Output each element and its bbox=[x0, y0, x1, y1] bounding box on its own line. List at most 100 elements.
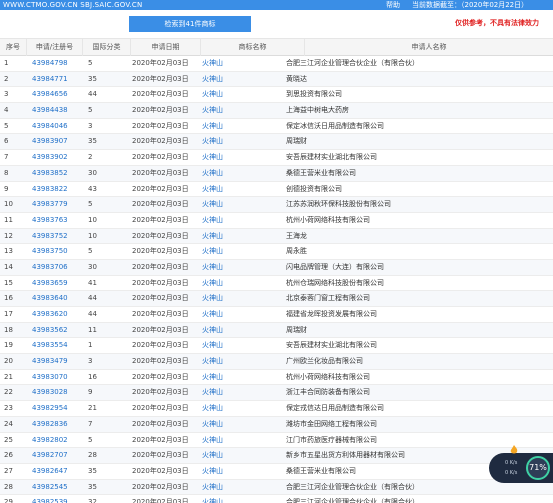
registration-number-link[interactable]: 43983640 bbox=[32, 291, 84, 306]
registration-number-link[interactable]: 43983706 bbox=[32, 260, 84, 275]
row-number: 1 bbox=[4, 59, 9, 67]
applicant-name: 合肥三江河企业管理合伙企业（有限合伙） bbox=[286, 482, 419, 491]
registration-number-link[interactable]: 43983554 bbox=[32, 338, 84, 353]
registration-number-link[interactable]: 43982707 bbox=[32, 448, 84, 463]
table-row: 12 43983752 10 2020年02月03日 火神山 王海龙 bbox=[0, 228, 553, 245]
application-date: 2020年02月03日 bbox=[132, 325, 189, 334]
row-number: 23 bbox=[4, 404, 13, 413]
international-class: 5 bbox=[88, 200, 93, 209]
registration-number-link[interactable]: 43983822 bbox=[32, 182, 84, 197]
trademark-name-link[interactable]: 火神山 bbox=[202, 338, 262, 353]
trademark-name-link[interactable]: 火神山 bbox=[202, 291, 262, 306]
application-date: 2020年02月03日 bbox=[132, 168, 189, 177]
registration-number-link[interactable]: 43984798 bbox=[32, 56, 84, 71]
application-date: 2020年02月03日 bbox=[132, 74, 189, 83]
table-row: 18 43983562 11 2020年02月03日 火神山 周瑞财 bbox=[0, 322, 553, 339]
trademark-name-link[interactable]: 火神山 bbox=[202, 72, 262, 87]
application-date: 2020年02月03日 bbox=[132, 90, 189, 99]
row-number: 14 bbox=[4, 262, 13, 271]
registration-number-link[interactable]: 43982836 bbox=[32, 417, 84, 432]
international-class: 5 bbox=[88, 106, 93, 115]
registration-number-link[interactable]: 43983907 bbox=[32, 134, 84, 149]
applicant-name: 合肥三江河企业管理合伙企业（有限合伙） bbox=[286, 59, 419, 67]
applicant-name: 合肥三江河企业管理合伙企业（有限合伙） bbox=[286, 498, 419, 503]
trademark-name-link[interactable]: 火神山 bbox=[202, 119, 262, 134]
header-mark-name: 商标名称 bbox=[201, 39, 305, 56]
trademark-name-link[interactable]: 火神山 bbox=[202, 448, 262, 463]
application-date: 2020年02月03日 bbox=[132, 466, 189, 475]
registration-number-link[interactable]: 43983659 bbox=[32, 276, 84, 291]
registration-number-link[interactable]: 43983070 bbox=[32, 370, 84, 385]
table-row: 7 43983902 2 2020年02月03日 火神山 安吾辰建材实业湖北有限公司 bbox=[0, 150, 553, 166]
registration-number-link[interactable]: 43984438 bbox=[32, 103, 84, 118]
table-row: 16 43983640 44 2020年02月03日 火神山 北京泰蓉门窗工程有限公司 bbox=[0, 291, 553, 307]
application-date: 2020年02月03日 bbox=[132, 404, 189, 413]
trademark-name-link[interactable]: 火神山 bbox=[202, 417, 262, 432]
trademark-name-link[interactable]: 火神山 bbox=[202, 354, 262, 369]
registration-number-link[interactable]: 43983028 bbox=[32, 385, 84, 400]
trademark-name-link[interactable]: 火神山 bbox=[202, 385, 262, 400]
international-class: 35 bbox=[88, 74, 97, 83]
application-date: 2020年02月03日 bbox=[132, 310, 189, 318]
trademark-name-link[interactable]: 火神山 bbox=[202, 323, 262, 338]
trademark-name-link[interactable]: 火神山 bbox=[202, 401, 262, 416]
international-class: 2 bbox=[88, 153, 93, 162]
trademark-name-link[interactable]: 火神山 bbox=[202, 103, 262, 118]
table-row: 29 43982539 32 2020年02月03日 火神山 合肥三江河企业管理合伙企业（… bbox=[0, 495, 553, 503]
registration-number-link[interactable]: 43984771 bbox=[32, 72, 84, 87]
registration-number-link[interactable]: 43983750 bbox=[32, 244, 84, 259]
applicant-name: 江苏苏润秋环保科技股份有限公司 bbox=[286, 200, 391, 209]
trademark-name-link[interactable]: 火神山 bbox=[202, 182, 262, 197]
applicant-name: 江门市药旅医疗器械有限公司 bbox=[286, 435, 377, 444]
trademark-name-link[interactable]: 火神山 bbox=[202, 213, 262, 228]
application-date: 2020年02月03日 bbox=[132, 341, 189, 350]
registration-number-link[interactable]: 43983902 bbox=[32, 150, 84, 165]
trademark-name-link[interactable]: 火神山 bbox=[202, 464, 262, 479]
network-speed-widget[interactable]: 0 K/s 0 K/s 71% bbox=[489, 445, 553, 483]
applicant-name: 杭州小荷网络科技有限公司 bbox=[286, 215, 370, 224]
trademark-name-link[interactable]: 火神山 bbox=[202, 307, 262, 322]
trademark-name-link[interactable]: 火神山 bbox=[202, 56, 262, 71]
registration-number-link[interactable]: 43983852 bbox=[32, 166, 84, 181]
trademark-name-link[interactable]: 火神山 bbox=[202, 276, 262, 291]
trademark-name-link[interactable]: 火神山 bbox=[202, 244, 262, 259]
international-class: 5 bbox=[88, 435, 93, 444]
row-number: 27 bbox=[4, 466, 13, 475]
registration-number-link[interactable]: 43982802 bbox=[32, 433, 84, 448]
registration-number-link[interactable]: 43984046 bbox=[32, 119, 84, 134]
trademark-name-link[interactable]: 火神山 bbox=[202, 87, 262, 102]
trademark-name-link[interactable]: 火神山 bbox=[202, 260, 262, 275]
header-applicant: 申请人名称 bbox=[411, 43, 447, 51]
trademark-name-link[interactable]: 火神山 bbox=[202, 197, 262, 212]
trademark-name-link[interactable]: 火神山 bbox=[202, 166, 262, 181]
header-date: 申请日期 bbox=[131, 39, 201, 56]
registration-number-link[interactable]: 43982545 bbox=[32, 480, 84, 495]
applicant-name: 广州欧兰化妆品有限公司 bbox=[286, 357, 363, 366]
application-date: 2020年02月03日 bbox=[132, 482, 189, 491]
registration-number-link[interactable]: 43983620 bbox=[32, 307, 84, 322]
table-row: 15 43983659 41 2020年02月03日 火神山 杭州仓瑞网络科技股份有限公司 bbox=[0, 276, 553, 292]
trademark-name-link[interactable]: 火神山 bbox=[202, 495, 262, 503]
table-row: 28 43982545 35 2020年02月03日 火神山 合肥三江河企业管理合伙企业（… bbox=[0, 479, 553, 496]
international-class: 28 bbox=[88, 451, 97, 460]
registration-number-link[interactable]: 43983562 bbox=[32, 323, 84, 338]
registration-number-link[interactable]: 43982539 bbox=[32, 495, 84, 503]
registration-number-link[interactable]: 43983479 bbox=[32, 354, 84, 369]
trademark-name-link[interactable]: 火神山 bbox=[202, 480, 262, 495]
flame-icon bbox=[510, 445, 518, 454]
trademark-name-link[interactable]: 火神山 bbox=[202, 370, 262, 385]
international-class: 3 bbox=[88, 357, 93, 366]
help-link[interactable]: 帮助 bbox=[386, 1, 400, 9]
trademark-name-link[interactable]: 火神山 bbox=[202, 229, 262, 244]
registration-number-link[interactable]: 43982954 bbox=[32, 401, 84, 416]
trademark-name-link[interactable]: 火神山 bbox=[202, 134, 262, 149]
registration-number-link[interactable]: 43983752 bbox=[32, 229, 84, 244]
international-class: 41 bbox=[88, 278, 97, 287]
registration-number-link[interactable]: 43984656 bbox=[32, 87, 84, 102]
trademark-name-link[interactable]: 火神山 bbox=[202, 433, 262, 448]
international-class: 35 bbox=[88, 466, 97, 475]
registration-number-link[interactable]: 43983779 bbox=[32, 197, 84, 212]
registration-number-link[interactable]: 43983763 bbox=[32, 213, 84, 228]
registration-number-link[interactable]: 43982647 bbox=[32, 464, 84, 479]
trademark-name-link[interactable]: 火神山 bbox=[202, 150, 262, 165]
